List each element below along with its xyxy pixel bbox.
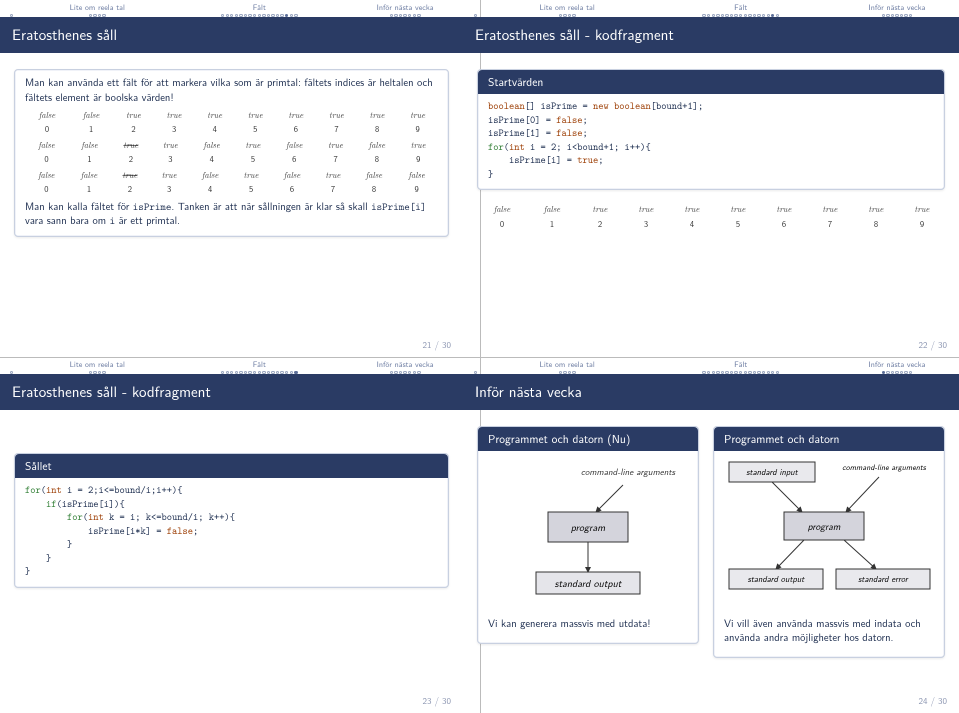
slide-23: Lite om reela tal Fält Inför nästa vecka… xyxy=(0,357,463,713)
program-future-block: Programmet och datorn standard input xyxy=(713,426,945,659)
code-content: for(int i = 2;i<=bound/i;i++){ if(isPrim… xyxy=(15,478,448,587)
code-block-sallet: Sållet for(int i = 2;i<=bound/i;i++){ if… xyxy=(14,453,449,588)
slide-footer: 21 / 30 xyxy=(0,336,463,357)
slide-title: Eratosthenes såll - kodfragment xyxy=(0,374,463,410)
slide-21: Lite om reela tal Fält Inför nästa vecka… xyxy=(0,0,463,357)
block-title: Startvärden xyxy=(478,70,944,94)
diagram-future: standard input command-line arguments pr… xyxy=(724,457,934,607)
slide-footer: 23 / 30 xyxy=(0,692,463,713)
slide-title: Eratosthenes såll - kodfragment xyxy=(463,17,959,53)
code-block-startvarden: Startvärden boolean[] isPrime = new bool… xyxy=(477,69,945,190)
svg-text:standard output: standard output xyxy=(555,576,623,591)
nav-sec-b: Lite om reela tal xyxy=(70,2,125,13)
slide-footer: 22 / 30 xyxy=(463,336,959,357)
slide-24: Lite om reela tal Fält Inför nästa vecka… xyxy=(463,357,959,713)
bool-table-1: falsefalsetruetruetruetruetruetruetruetr… xyxy=(25,109,438,136)
bool-table-2: falsefalsetruetruefalsetruefalsetruefals… xyxy=(25,139,438,166)
page: Lite om reela tal Fält Inför nästa vecka… xyxy=(0,0,959,713)
slide-title: Eratosthenes såll xyxy=(0,17,463,53)
bool-table-3: falsefalsetruetruefalsetruefalsetruefals… xyxy=(25,169,438,196)
program-future-text: Vi vill även använda massvis med indata … xyxy=(724,617,934,645)
bool-table: falsefalsetruetruetruetruetruetruetruetr… xyxy=(477,202,945,231)
program-now-text: Vi kan generera massvis med utdata! xyxy=(488,617,688,631)
svg-text:standard output: standard output xyxy=(748,572,806,585)
nav-bar: Lite om reela tal Fält Inför nästa vecka xyxy=(463,0,959,17)
svg-text:program: program xyxy=(808,519,841,533)
content-block: Man kan använda ett fält för att markera… xyxy=(14,69,449,237)
block-title: Sållet xyxy=(15,454,448,478)
paragraph-2: Man kan kalla fältet för isPrime. Tanken… xyxy=(25,200,438,228)
nav-bar: Lite om reela tal Fält Inför nästa vecka xyxy=(463,357,959,374)
nav-sec-d: Inför nästa vecka xyxy=(377,2,434,13)
program-now-block: Programmet och datorn (Nu) command-line … xyxy=(477,426,699,644)
block-title: Programmet och datorn xyxy=(714,427,944,451)
svg-text:program: program xyxy=(571,520,606,535)
slide-22: Lite om reela tal Fält Inför nästa vecka… xyxy=(463,0,959,357)
code-content: boolean[] isPrime = new boolean[bound+1]… xyxy=(478,94,944,189)
nav-sec-c: Fält xyxy=(253,2,266,13)
nav-bar: Lite om reela tal Fält Inför nästa vecka xyxy=(0,0,463,17)
slide-footer: 24 / 30 xyxy=(463,692,959,713)
svg-text:command-line arguments: command-line arguments xyxy=(842,462,927,473)
svg-text:standard input: standard input xyxy=(746,465,798,478)
diagram-now: command-line arguments program standard … xyxy=(488,457,688,607)
slide-title: Inför nästa vecka xyxy=(463,374,959,410)
svg-text:standard error: standard error xyxy=(858,572,909,585)
paragraph-1: Man kan använda ett fält för att markera… xyxy=(25,76,438,104)
nav-bar: Lite om reela tal Fält Inför nästa vecka xyxy=(0,357,463,374)
block-title: Programmet och datorn (Nu) xyxy=(478,427,698,451)
